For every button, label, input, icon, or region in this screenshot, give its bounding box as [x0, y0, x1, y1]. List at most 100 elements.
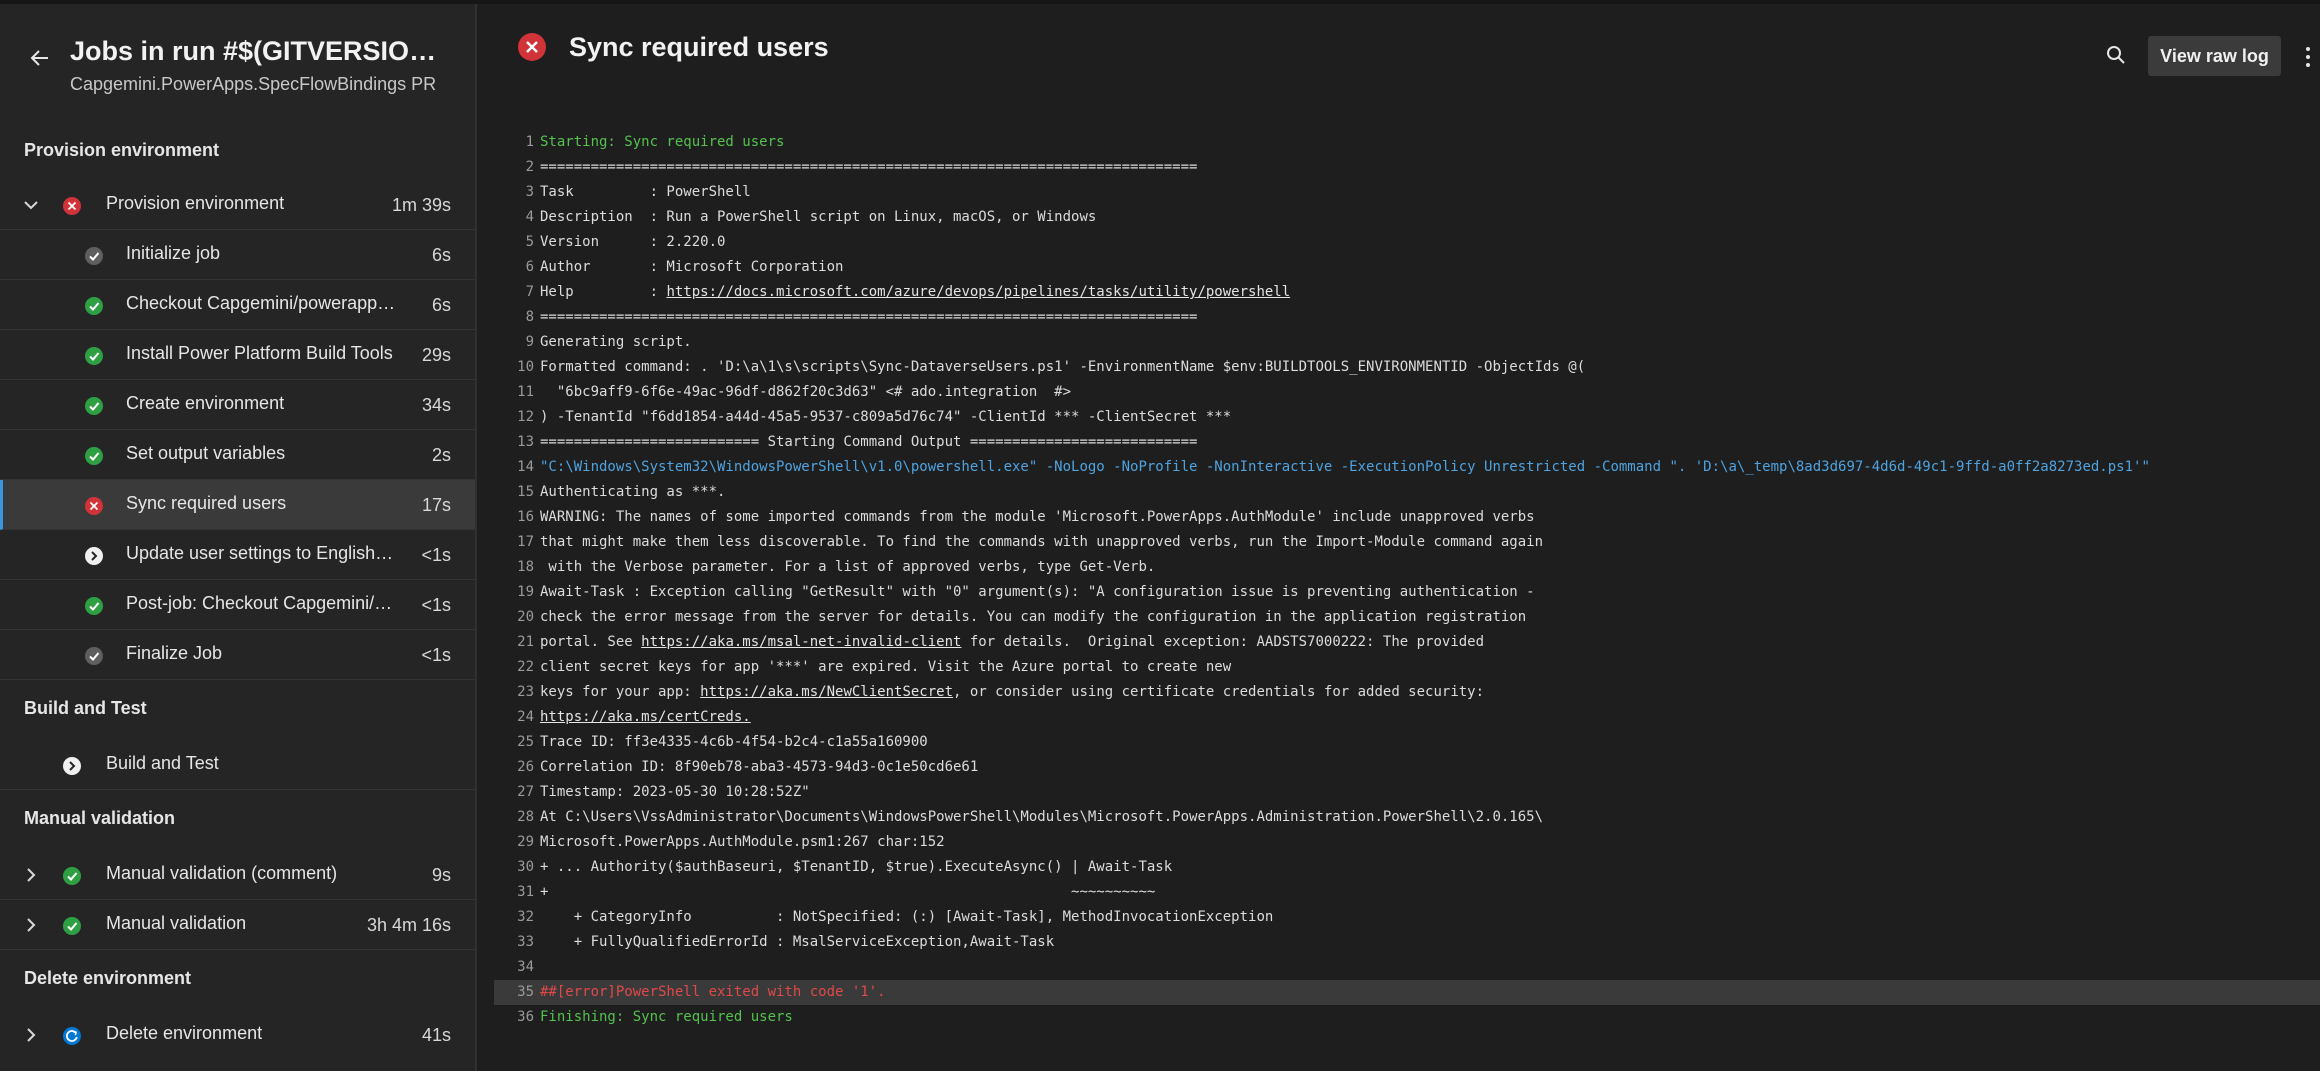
line-text: "C:\Windows\System32\WindowsPowerShell\v… [540, 455, 2150, 480]
step-update-user-settings[interactable]: Update user settings to English (United … [0, 530, 475, 580]
log-line: 2 =======================================… [494, 155, 2320, 180]
line-text-segment: "C:\Windows\System32\WindowsPowerShell\v… [540, 459, 2150, 475]
line-number: 19 [517, 584, 534, 600]
step-duration: <1s [421, 595, 451, 615]
line-text-segment: check the error message from the server … [540, 609, 1527, 625]
line-text: Help : https://docs.microsoft.com/azure/… [540, 280, 1290, 305]
line-text-segment: ========================== Starting Comm… [540, 434, 1198, 450]
line-number: 22 [517, 659, 534, 675]
line-text: Authenticating as ***. [540, 480, 725, 505]
line-number: 10 [517, 359, 534, 375]
run-title: Jobs in run #$(GITVERSION_FULLSEMVER) [70, 36, 450, 66]
chevron-down-icon[interactable] [22, 196, 40, 214]
line-text: Author : Microsoft Corporation [540, 255, 843, 280]
line-number: 18 [517, 559, 534, 575]
line-text: keys for your app: https://aka.ms/NewCli… [540, 680, 1484, 705]
line-text: Description : Run a PowerShell script on… [540, 205, 1096, 230]
line-text: Formatted command: . 'D:\a\1\s\scripts\S… [540, 355, 1585, 380]
line-number: 14 [517, 459, 534, 475]
step-initialize-job[interactable]: Initialize job 6s [0, 230, 475, 280]
line-text-segment: Timestamp: 2023-05-30 10:28:52Z" [540, 784, 810, 800]
line-text: Await-Task : Exception calling "GetResul… [540, 580, 1535, 605]
line-text: Trace ID: ff3e4335-4c6b-4f54-b2c4-c1a55a… [540, 730, 928, 755]
step-install-build-tools[interactable]: Install Power Platform Build Tools 29s [0, 330, 475, 380]
line-text: ========================================… [540, 155, 1197, 180]
step-duration: 6s [431, 295, 451, 315]
line-text-segment: + CategoryInfo : NotSpecified: (:) [Awai… [540, 909, 1274, 925]
line-number: 26 [517, 759, 534, 775]
job-label: Build and Test [106, 753, 219, 773]
step-duration: 17s [421, 495, 451, 515]
line-number: 17 [517, 534, 534, 550]
view-raw-log-button[interactable]: View raw log [2148, 36, 2281, 76]
chevron-right-icon[interactable] [22, 916, 40, 934]
chevron-right-icon[interactable] [22, 866, 40, 884]
job-delete-environment[interactable]: Delete environment 41s [0, 1010, 475, 1060]
line-text-segment: Authenticating as ***. [540, 484, 726, 500]
line-text: Generating script. [540, 330, 692, 355]
step-create-environment[interactable]: Create environment 34s [0, 380, 475, 430]
line-text: ========================== Starting Comm… [540, 430, 1197, 455]
log-line: 9 Generating script. [494, 330, 2320, 355]
job-manual-validation-comment[interactable]: Manual validation (comment) 9s [0, 850, 475, 900]
line-number: 12 [517, 409, 534, 425]
line-number: 27 [517, 784, 534, 800]
line-text: + FullyQualifiedErrorId : MsalServiceExc… [540, 930, 1054, 955]
line-text-segment: ##[error]PowerShell exited with code '1'… [540, 984, 886, 1000]
log-line: 3 Task : PowerShell [494, 180, 2320, 205]
line-text-segment: Version : 2.220.0 [540, 234, 726, 250]
step-label: Sync required users [126, 493, 287, 513]
log-line: 11 "6bc9aff9-6f6e-49ac-96df-d862f20c3d63… [494, 380, 2320, 405]
log-link[interactable]: https://aka.ms/msal-net-invalid-client [641, 634, 961, 650]
step-duration: <1s [421, 645, 451, 665]
line-number: 24 [517, 709, 534, 725]
log-line: 5 Version : 2.220.0 [494, 230, 2320, 255]
log-line: 25 Trace ID: ff3e4335-4c6b-4f54-b2c4-c1a5… [494, 730, 2320, 755]
step-checkout[interactable]: Checkout Capgemini/powerapps-specflow-bi… [0, 280, 475, 330]
line-text: + CategoryInfo : NotSpecified: (:) [Awai… [540, 905, 1274, 930]
log-line: 29 Microsoft.PowerApps.AuthModule.psm1:26… [494, 830, 2320, 855]
success-check-icon [85, 397, 103, 415]
log-line: 18 with the Verbose parameter. For a lis… [494, 555, 2320, 580]
log-line: 24 https://aka.ms/certCreds. [494, 705, 2320, 730]
line-text: that might make them less discoverable. … [540, 530, 1543, 555]
job-duration: 3h 4m 16s [366, 915, 451, 935]
success-check-icon [85, 297, 103, 315]
log-line: 36 Finishing: Sync required users [494, 1005, 2320, 1030]
line-text-segment: keys for your app: [540, 684, 701, 700]
line-text-segment: ========================================… [540, 159, 1198, 175]
log-link[interactable]: https://aka.ms/NewClientSecret [700, 684, 953, 700]
line-text: Finishing: Sync required users [540, 1005, 793, 1030]
step-duration: 2s [431, 445, 451, 465]
line-number: 29 [517, 834, 534, 850]
job-provision-environment[interactable]: Provision environment 1m 39s [0, 180, 475, 230]
step-duration: 29s [421, 345, 451, 365]
step-duration: 6s [431, 245, 451, 265]
search-icon[interactable] [2103, 42, 2129, 68]
line-number: 11 [517, 384, 534, 400]
step-sync-required-users[interactable]: Sync required users 17s [0, 480, 475, 530]
step-finalize-job[interactable]: Finalize Job <1s [0, 630, 475, 680]
step-label: Checkout Capgemini/powerapps-specflow-bi… [126, 293, 396, 313]
log-link[interactable]: https://docs.microsoft.com/azure/devops/… [666, 284, 1290, 300]
line-number: 21 [517, 634, 534, 650]
job-label: Manual validation [106, 913, 247, 933]
log-line: 27 Timestamp: 2023-05-30 10:28:52Z" [494, 780, 2320, 805]
log-line: 8 =======================================… [494, 305, 2320, 330]
line-text-segment: Formatted command: . 'D:\a\1\s\scripts\S… [540, 359, 1586, 375]
line-number: 20 [517, 609, 534, 625]
line-text-segment: Correlation ID: 8f90eb78-aba3-4573-94d3-… [540, 759, 979, 775]
more-options-icon[interactable] [2301, 40, 2315, 74]
step-set-output-variables[interactable]: Set output variables 2s [0, 430, 475, 480]
line-text: Timestamp: 2023-05-30 10:28:52Z" [540, 780, 810, 805]
chevron-right-icon[interactable] [22, 1026, 40, 1044]
job-build-and-test[interactable]: Build and Test [0, 740, 475, 790]
line-text: ##[error]PowerShell exited with code '1'… [540, 980, 886, 1005]
step-post-job-checkout[interactable]: Post-job: Checkout Capgemini/powerapps-s… [0, 580, 475, 630]
job-manual-validation[interactable]: Manual validation 3h 4m 16s [0, 900, 475, 950]
log-line: 4 Description : Run a PowerShell script o… [494, 205, 2320, 230]
log-link[interactable]: https://aka.ms/certCreds. [540, 709, 751, 725]
back-button[interactable] [22, 40, 58, 76]
line-text-segment: ========================================… [540, 309, 1198, 325]
line-number: 25 [517, 734, 534, 750]
